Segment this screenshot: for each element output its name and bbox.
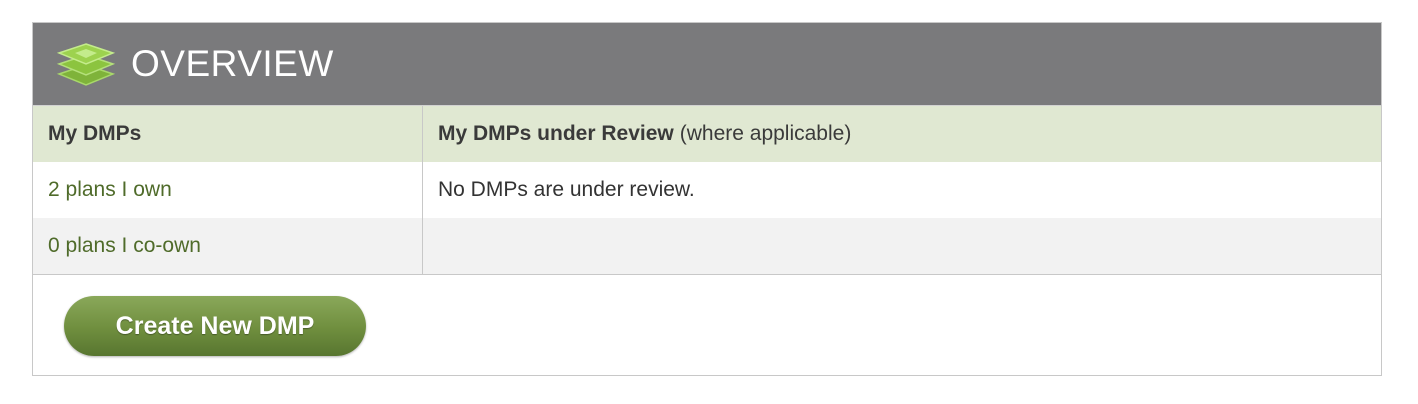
header-note: (where applicable) (679, 122, 852, 145)
layers-icon (55, 41, 117, 87)
table-cell: 2 plans I own (33, 162, 423, 218)
table-row: 2 plans I own No DMPs are under review. (33, 162, 1381, 218)
table-cell: No DMPs are under review. (423, 162, 1381, 218)
table-header-row: My DMPs My DMPs under Review (where appl… (33, 106, 1381, 162)
overview-table: My DMPs My DMPs under Review (where appl… (33, 105, 1381, 275)
panel-header: OVERVIEW (33, 23, 1381, 105)
header-cell-my-dmps: My DMPs (33, 106, 423, 162)
review-status-text: No DMPs are under review. (438, 178, 695, 201)
overview-panel: OVERVIEW My DMPs My DMPs under Review (w… (32, 22, 1382, 376)
table-row: 0 plans I co-own (33, 218, 1381, 274)
table-cell (423, 218, 1381, 274)
table-cell: 0 plans I co-own (33, 218, 423, 274)
plans-owned-link[interactable]: 2 plans I own (48, 178, 172, 202)
header-under-review: My DMPs under Review (438, 122, 674, 145)
header-cell-under-review: My DMPs under Review (where applicable) (423, 106, 1381, 162)
plans-coowned-link[interactable]: 0 plans I co-own (48, 234, 201, 258)
panel-footer: Create New DMP (33, 275, 1381, 376)
header-my-dmps: My DMPs (48, 122, 142, 145)
panel-title: OVERVIEW (131, 43, 334, 84)
create-new-dmp-button[interactable]: Create New DMP (64, 296, 366, 356)
